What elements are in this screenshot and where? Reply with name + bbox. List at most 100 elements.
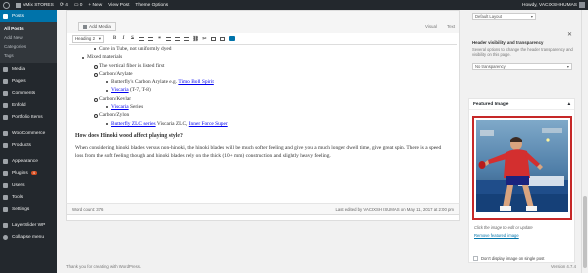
fullscreen-icon — [220, 36, 225, 41]
plugins-icon — [3, 170, 8, 176]
list-item: Mixed materials — [82, 53, 455, 61]
format-select[interactable]: Heading 2 ▾ — [72, 34, 104, 43]
layerslider-icon — [3, 222, 8, 228]
list-item: Core in Tube, not uniformly dyed — [94, 45, 455, 53]
shortcode-button[interactable] — [227, 34, 236, 43]
chevron-down-icon: ▾ — [98, 35, 101, 41]
collapse-arrow-icon[interactable]: ▴ — [568, 102, 570, 107]
list-item: The vertical fiber is listed first — [94, 62, 455, 70]
page-scrollbar[interactable] — [581, 10, 588, 273]
submenu-categories[interactable]: Categories — [0, 42, 57, 51]
numbered-list-button[interactable] — [146, 34, 155, 43]
editor-tabs-bar: Add Media Visual Text — [67, 11, 459, 33]
bullet-list-button[interactable] — [137, 34, 146, 43]
new-content-link[interactable]: + New — [85, 0, 105, 10]
wordpress-logo-icon — [3, 1, 10, 9]
remove-featured-image-link[interactable]: Remove featured image — [474, 233, 519, 238]
sidebar-item-plugins[interactable]: Plugins 4 — [0, 167, 57, 179]
align-left-icon — [166, 36, 171, 41]
site-name-link[interactable]: vMix STORES — [13, 0, 57, 10]
settings-icon — [3, 206, 8, 212]
content-heading: How does Hinoki wood affect playing styl… — [75, 132, 183, 139]
view-post-link[interactable]: View Post — [105, 0, 132, 10]
checkbox-icon[interactable] — [473, 256, 478, 261]
viscaria-series-link[interactable]: Viscaria — [111, 104, 129, 110]
italic-button[interactable]: I — [119, 34, 128, 43]
fullscreen-button[interactable] — [218, 34, 227, 43]
read-more-icon — [211, 36, 216, 41]
pages-icon — [3, 78, 8, 84]
scrollbar-thumb[interactable] — [583, 196, 587, 268]
dont-display-checkbox[interactable]: Don't display image on single post — [473, 256, 544, 261]
sidebar-item-woocommerce[interactable]: WooCommerce — [0, 127, 57, 139]
tab-visual[interactable]: Visual — [425, 24, 437, 29]
bold-button[interactable]: B — [110, 34, 119, 43]
timo-boll-spirit-link[interactable]: Timo Boll Spirit — [178, 79, 213, 85]
sidebar-item-layerslider[interactable]: LayerSlider WP — [0, 219, 57, 231]
sidebar-item-pages[interactable]: Pages — [0, 75, 57, 87]
close-icon[interactable]: ✕ — [567, 31, 572, 38]
sidebar-item-tools[interactable]: Tools — [0, 191, 57, 203]
theme-options-link[interactable]: Theme Options — [132, 0, 171, 10]
woocommerce-icon — [3, 130, 8, 136]
add-media-button[interactable]: Add Media — [78, 22, 116, 31]
editor-status-bar: Word count: 376 Last edited by VACIXSH I… — [66, 203, 460, 215]
right-sidebar: Default Layout ▾ ✕ Header visibility and … — [468, 10, 575, 273]
list-item: Butterfly's Carbon Arylate e.g. Timo Bol… — [106, 78, 455, 86]
transparency-select[interactable]: No transparency ▾ — [472, 63, 572, 70]
align-right-icon — [184, 36, 189, 41]
collapse-menu-button[interactable]: Collapse menu — [0, 231, 57, 243]
list-item: Carbon/Arylate — [94, 70, 455, 78]
comments-link[interactable]: ▭ 0 — [71, 0, 86, 10]
admin-bar: vMix STORES ⟳ 4 ▭ 0 + New View Post Them… — [0, 0, 588, 10]
tab-text[interactable]: Text — [447, 24, 455, 29]
sidebar-item-appearance[interactable]: Appearance — [0, 155, 57, 167]
strikethrough-button[interactable]: S — [128, 34, 137, 43]
sidebar-item-enfold[interactable]: Enfold — [0, 99, 57, 111]
viscaria-link[interactable]: Viscaria — [111, 87, 129, 93]
sidebar-item-comments[interactable]: Comments — [0, 87, 57, 99]
media-icon — [3, 66, 8, 72]
word-count: Word count: 376 — [72, 206, 104, 212]
wp-logo-button[interactable] — [0, 0, 13, 10]
inner-force-super-link[interactable]: Inner Force Super — [189, 121, 228, 127]
align-center-button[interactable] — [173, 34, 182, 43]
link-button[interactable]: ⛓ — [191, 34, 200, 43]
list-item: Viscaria (T-7, T-8) — [106, 86, 455, 94]
layout-select[interactable]: Default Layout ▾ — [472, 13, 536, 20]
sidebar-item-media[interactable]: Media — [0, 63, 57, 75]
list-item: Carbon/Kevlar — [94, 95, 455, 103]
blockquote-button[interactable]: ❝ — [155, 34, 164, 43]
sidebar-item-products[interactable]: Products — [0, 139, 57, 151]
featured-image-box: Featured Image ▴ Click the image to edit… — [468, 98, 575, 263]
sidebar-item-posts[interactable]: Posts — [0, 10, 57, 22]
submenu-tags[interactable]: Tags — [0, 51, 57, 60]
header-visibility-label: Header visibility and transparency — [472, 40, 544, 45]
comments-icon — [3, 90, 8, 96]
admin-sidebar: Posts All Posts Add New Categories Tags … — [0, 10, 57, 273]
admin-footer: Thank you for creating with WordPress. V… — [66, 262, 576, 270]
bullet-list-icon — [139, 36, 144, 41]
editor-content[interactable]: Core in Tube, not uniformly dyed Mixed m… — [75, 45, 455, 215]
list-item: Viscaria Series — [106, 103, 455, 111]
featured-image-thumbnail[interactable] — [476, 120, 568, 212]
content-paragraph: When considering hinoki blades versus no… — [75, 144, 442, 160]
unlink-button[interactable]: ✂ — [200, 34, 209, 43]
submenu-all-posts[interactable]: All Posts — [0, 24, 57, 33]
butterfly-zlc-link[interactable]: Butterfly ZLC series — [111, 121, 156, 127]
account-menu[interactable]: Howdy, VACIXSHHUMAS — [519, 0, 588, 10]
collapse-icon — [3, 234, 8, 240]
list-item: Carbon/Zylon — [94, 111, 455, 119]
sidebar-item-settings[interactable]: Settings — [0, 203, 57, 215]
align-left-button[interactable] — [164, 34, 173, 43]
enfold-icon — [3, 102, 8, 108]
sidebar-item-users[interactable]: Users — [0, 179, 57, 191]
updates-link[interactable]: ⟳ 4 — [57, 0, 71, 10]
footer-version: Version 4.7.4 — [550, 263, 576, 269]
sidebar-item-portfolio[interactable]: Portfolio Items — [0, 111, 57, 123]
appearance-icon — [3, 158, 8, 164]
read-more-button[interactable] — [209, 34, 218, 43]
featured-image-header[interactable]: Featured Image ▴ — [469, 99, 574, 110]
align-right-button[interactable] — [182, 34, 191, 43]
submenu-add-new[interactable]: Add New — [0, 33, 57, 42]
